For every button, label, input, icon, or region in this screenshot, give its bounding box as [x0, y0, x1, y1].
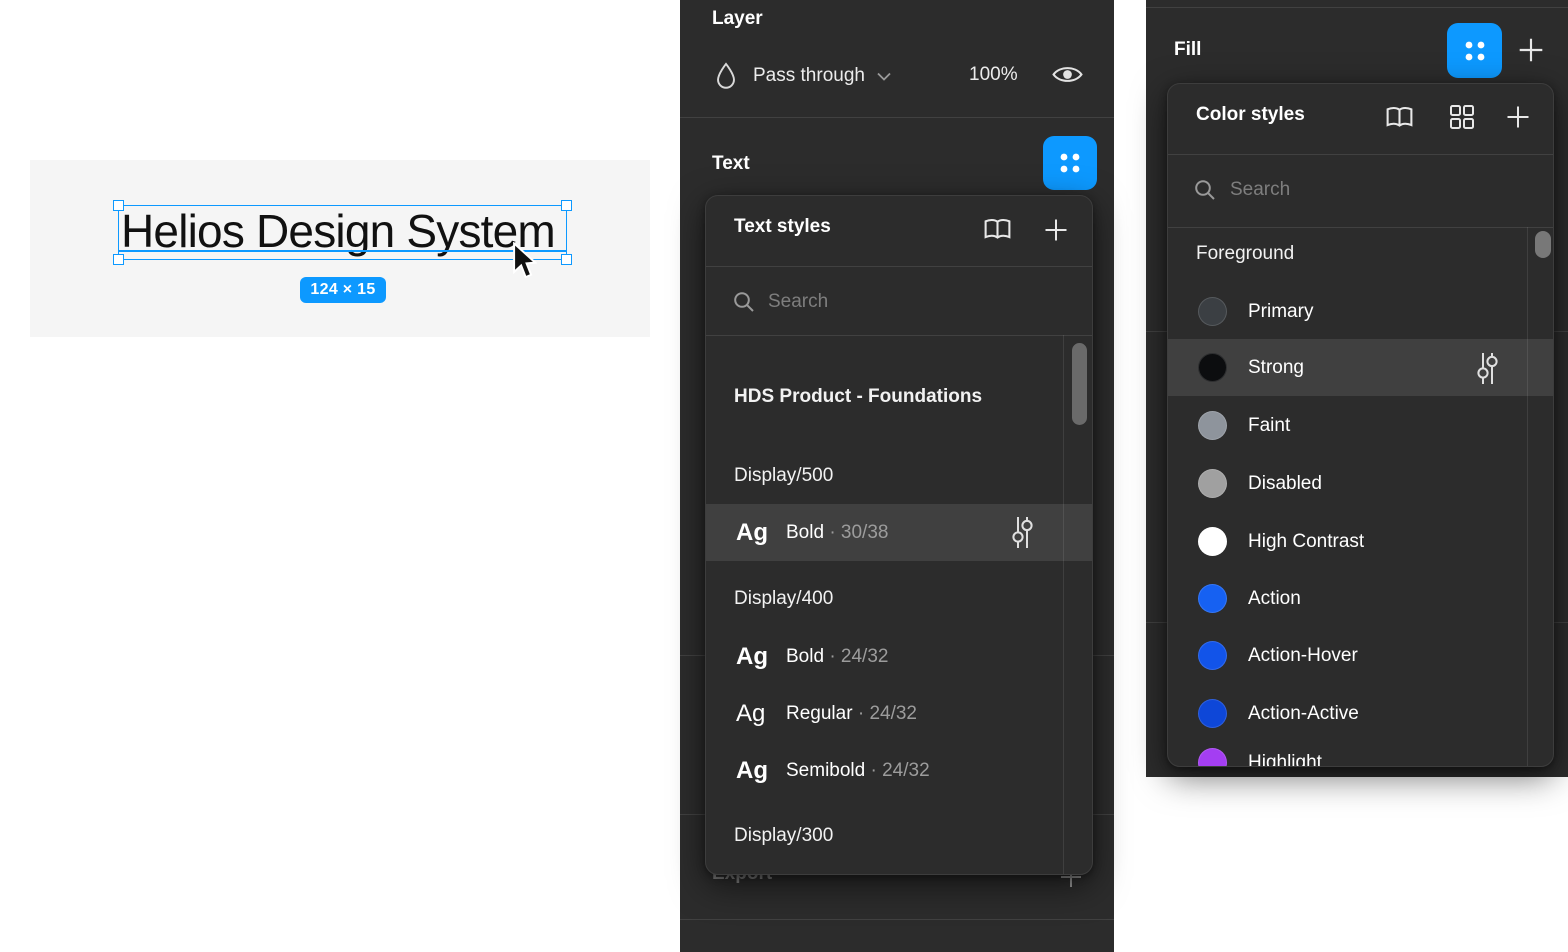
- text-styles-title: Text styles: [734, 216, 831, 238]
- color-styles-search-input[interactable]: [1230, 172, 1460, 208]
- color-style-item-selected[interactable]: Strong: [1168, 339, 1553, 396]
- style-group-label: Display/500: [706, 456, 1092, 496]
- edit-style-sliders-icon[interactable]: [1011, 514, 1034, 551]
- four-dots-icon: [1460, 36, 1490, 66]
- dropdown-divider: [1168, 227, 1553, 228]
- scrollbar-track: [1527, 227, 1528, 766]
- style-group-label: Display/400: [706, 579, 1092, 619]
- style-library-header: HDS Product - Foundations: [706, 377, 1092, 417]
- panel-divider: [680, 117, 1114, 118]
- color-swatch: [1198, 527, 1227, 556]
- design-canvas[interactable]: Helios Design System 124 × 15: [30, 160, 650, 337]
- color-swatch: [1198, 297, 1227, 326]
- color-style-item[interactable]: Action-Hover: [1168, 627, 1553, 684]
- color-styles-dropdown: Color styles Foreground Primary: [1167, 83, 1554, 767]
- text-style-item-selected[interactable]: Ag Bold · 30/38: [706, 504, 1092, 561]
- dropdown-divider: [1168, 154, 1553, 155]
- color-style-item[interactable]: Action: [1168, 570, 1553, 627]
- selection-handle-top-left[interactable]: [113, 200, 124, 211]
- color-styles-toggle-button[interactable]: [1447, 23, 1502, 78]
- color-swatch: [1198, 469, 1227, 498]
- color-style-item[interactable]: Highlight: [1168, 734, 1553, 767]
- grid-view-icon[interactable]: [1449, 104, 1475, 130]
- color-style-item[interactable]: Primary: [1168, 283, 1553, 340]
- text-style-item[interactable]: Ag Bold · 24/32: [706, 628, 1092, 685]
- scrollbar-thumb[interactable]: [1072, 343, 1087, 425]
- mouse-cursor-icon: [512, 242, 537, 280]
- fill-section-title: Fill: [1174, 39, 1201, 61]
- blend-mode-value: Pass through: [753, 65, 865, 87]
- text-style-item[interactable]: Ag Regular · 24/32: [706, 685, 1092, 742]
- color-styles-title: Color styles: [1196, 104, 1305, 126]
- text-section-title: Text: [712, 153, 750, 175]
- color-group-label: Foreground: [1168, 234, 1553, 274]
- add-style-icon[interactable]: [1505, 104, 1531, 130]
- panel-divider: [1146, 7, 1568, 8]
- color-style-item[interactable]: Faint: [1168, 397, 1553, 454]
- search-icon: [1194, 179, 1216, 201]
- color-swatch: [1198, 353, 1227, 382]
- text-styles-search-input[interactable]: [768, 284, 998, 320]
- color-swatch: [1198, 641, 1227, 670]
- blend-mode-icon: [715, 62, 737, 90]
- text-baseline-guide: [118, 250, 567, 252]
- library-book-icon[interactable]: [982, 215, 1013, 243]
- color-swatch: [1198, 748, 1227, 767]
- scrollbar-track: [1063, 335, 1064, 874]
- blend-mode-select[interactable]: Pass through: [753, 62, 891, 90]
- search-icon: [733, 291, 755, 313]
- text-styles-toggle-button[interactable]: [1043, 136, 1097, 190]
- layer-section-title: Layer: [712, 8, 763, 30]
- color-swatch: [1198, 699, 1227, 728]
- library-book-icon[interactable]: [1384, 103, 1415, 131]
- chevron-down-icon: [877, 72, 891, 81]
- panel-divider: [680, 919, 1114, 920]
- add-style-icon[interactable]: [1043, 217, 1069, 243]
- visibility-eye-icon[interactable]: [1052, 63, 1083, 86]
- color-swatch: [1198, 411, 1227, 440]
- color-style-item[interactable]: Disabled: [1168, 455, 1553, 512]
- color-swatch: [1198, 584, 1227, 613]
- dropdown-divider: [706, 335, 1092, 336]
- dropdown-divider: [706, 266, 1092, 267]
- four-dots-icon: [1055, 148, 1085, 178]
- scrollbar-thumb[interactable]: [1535, 231, 1551, 258]
- edit-style-sliders-icon[interactable]: [1476, 350, 1499, 387]
- selection-handle-bottom-left[interactable]: [113, 254, 124, 265]
- add-fill-icon[interactable]: [1517, 36, 1545, 64]
- text-style-item[interactable]: Ag Semibold · 24/32: [706, 742, 1092, 799]
- color-style-item[interactable]: High Contrast: [1168, 513, 1553, 570]
- dimension-badge: 124 × 15: [300, 277, 386, 303]
- text-styles-dropdown: Text styles HDS Product - Foundations Di…: [705, 195, 1093, 875]
- layer-opacity-field[interactable]: 100%: [969, 64, 1018, 86]
- style-group-label: Display/300: [706, 816, 1092, 856]
- text-layer-selection[interactable]: Helios Design System: [118, 205, 567, 260]
- selection-handle-bottom-right[interactable]: [561, 254, 572, 265]
- selection-handle-top-right[interactable]: [561, 200, 572, 211]
